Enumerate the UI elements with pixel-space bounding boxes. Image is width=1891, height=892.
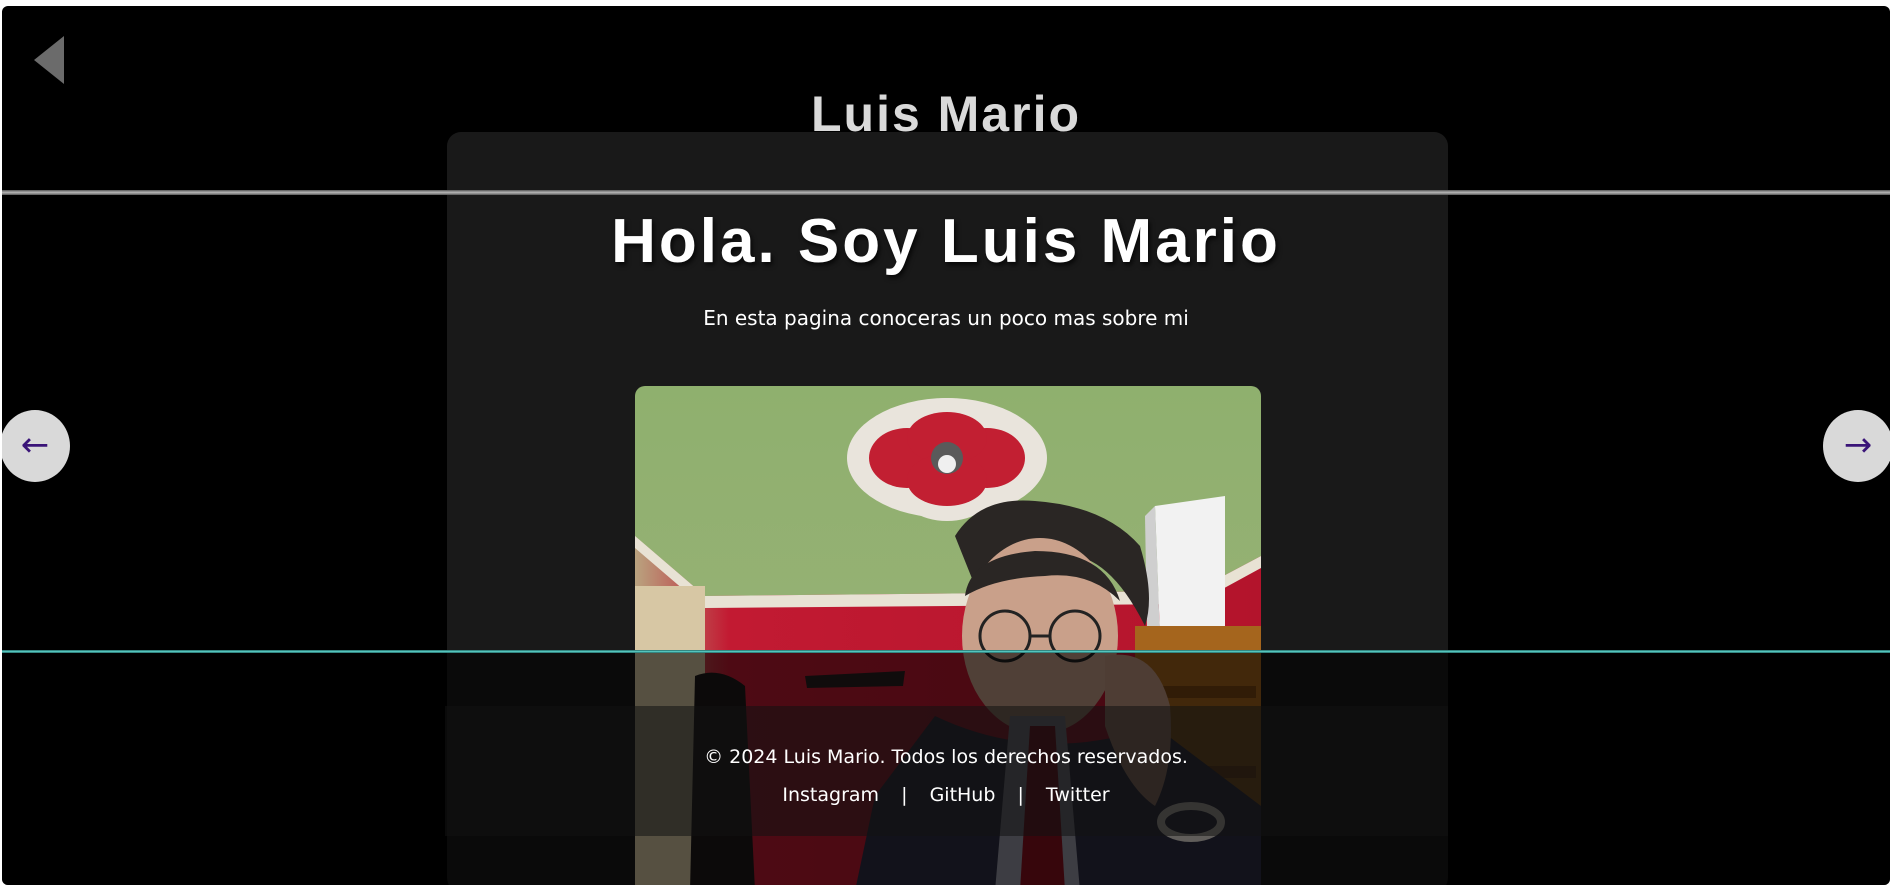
footer-separator: |	[901, 784, 908, 806]
instagram-link[interactable]: Instagram	[782, 784, 879, 806]
back-triangle-svg	[34, 36, 64, 84]
footer-accent-line	[2, 650, 1890, 653]
footer-panel	[445, 706, 1448, 836]
page-frame: Luis Mario Hola. Soy Luis Mario En esta …	[2, 6, 1890, 885]
hero-subtitle: En esta pagina conoceras un poco mas sob…	[703, 306, 1189, 330]
footer: © 2024 Luis Mario. Todos los derechos re…	[2, 650, 1890, 885]
footer-separator: |	[1017, 784, 1024, 806]
footer-links: Instagram | GitHub | Twitter	[2, 782, 1890, 808]
back-triangle-icon[interactable]	[32, 34, 68, 86]
site-title: Luis Mario	[810, 86, 1082, 142]
github-link[interactable]: GitHub	[930, 784, 996, 806]
carousel-next-button[interactable]: →	[1823, 410, 1890, 482]
carousel-prev-button[interactable]: ←	[2, 410, 70, 482]
twitter-link[interactable]: Twitter	[1046, 784, 1110, 806]
header-divider	[2, 190, 1890, 195]
hero-title: Hola. Soy Luis Mario	[611, 207, 1281, 276]
footer-copyright: © 2024 Luis Mario. Todos los derechos re…	[704, 746, 1188, 768]
